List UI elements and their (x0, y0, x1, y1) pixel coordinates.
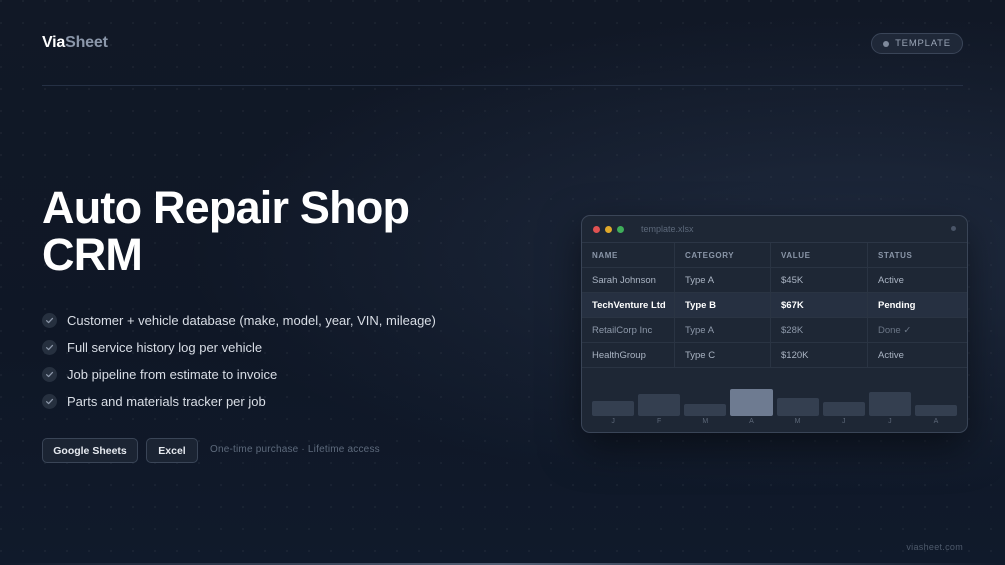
column-header-name: NAME (582, 243, 675, 268)
chart-bar (592, 400, 635, 416)
table-cell: $120K (771, 343, 868, 368)
template-badge: TEMPLATE (871, 33, 963, 54)
month-labels: JFMAMJJA (582, 416, 967, 428)
chart-bar (822, 401, 865, 416)
title-line-1: Auto Repair Shop (42, 182, 410, 233)
preview-filename: template.xlsx (641, 224, 694, 234)
feature-text: Customer + vehicle database (make, model… (67, 313, 436, 328)
purchase-note: One-time purchase · Lifetime access (210, 444, 380, 455)
feature-item: Full service history log per vehicle (42, 334, 436, 361)
footer-url[interactable]: viasheet.com (906, 542, 963, 552)
brand-logo[interactable]: ViaSheet (42, 34, 108, 52)
table-cell: Done ✓ (868, 318, 967, 343)
table-cell: Sarah Johnson (582, 268, 675, 293)
check-icon (42, 367, 57, 382)
check-icon (42, 394, 57, 409)
logo-text-sheet: Sheet (65, 34, 108, 51)
month-label: A (933, 418, 939, 425)
template-badge-label: TEMPLATE (895, 38, 951, 49)
excel-button[interactable]: Excel (146, 438, 198, 463)
header-divider (42, 85, 963, 86)
chart-bar (730, 388, 773, 416)
table-cell: $45K (771, 268, 868, 293)
table-cell: TechVenture Ltd (582, 293, 675, 318)
feature-text: Full service history log per vehicle (67, 340, 263, 355)
feature-text: Parts and materials tracker per job (67, 394, 266, 409)
column-header-category: CATEGORY (675, 243, 771, 268)
month-label: M (702, 418, 709, 425)
chart-bar (776, 398, 819, 416)
month-label: M (794, 418, 801, 425)
table-cell: $67K (771, 293, 868, 318)
title-line-2: CRM (42, 229, 143, 280)
preview-titlebar: template.xlsx (582, 216, 967, 243)
month-label: J (841, 418, 846, 425)
check-icon (42, 340, 57, 355)
table-cell: Active (868, 343, 967, 368)
dot-icon (883, 40, 890, 47)
maximize-dot-icon (617, 225, 624, 233)
month-label: J (888, 418, 892, 425)
chart-bar (684, 404, 727, 416)
feature-item: Customer + vehicle database (make, model… (42, 307, 436, 334)
feature-item: Job pipeline from estimate to invoice (42, 361, 436, 388)
feature-list: Customer + vehicle database (make, model… (42, 307, 436, 415)
feature-item: Parts and materials tracker per job (42, 388, 436, 415)
page-title: Auto Repair Shop CRM (42, 182, 410, 280)
table-cell: Type A (675, 318, 771, 343)
table-cell: Type B (675, 293, 771, 318)
table-cell: $28K (771, 318, 868, 343)
column-header-status: STATUS (868, 243, 967, 268)
month-label: A (749, 418, 754, 425)
table-cell: Type A (675, 268, 771, 293)
month-label: F (657, 418, 662, 425)
status-dot-icon (951, 226, 956, 231)
logo-text-via: Via (42, 34, 66, 51)
chart-bar (638, 394, 681, 416)
mini-bar-chart (582, 376, 967, 416)
table-cell: Type C (675, 343, 771, 368)
spreadsheet-preview: template.xlsx NAME CATEGORY VALUE STATUS… (581, 215, 968, 433)
table-cell: RetailCorp Inc (582, 318, 675, 343)
column-header-value: VALUE (771, 243, 868, 268)
month-label: J (611, 418, 615, 425)
check-icon (42, 313, 57, 328)
preview-table: NAME CATEGORY VALUE STATUS Sarah Johnson… (582, 243, 967, 368)
close-dot-icon (593, 225, 600, 233)
table-cell: Active (868, 268, 967, 293)
table-cell: Pending (868, 293, 967, 318)
feature-text: Job pipeline from estimate to invoice (67, 367, 278, 382)
google-sheets-button[interactable]: Google Sheets (42, 438, 138, 463)
minimize-dot-icon (605, 225, 612, 233)
chart-bar (868, 392, 911, 416)
chart-bar (914, 404, 957, 416)
table-cell: HealthGroup (582, 343, 675, 368)
